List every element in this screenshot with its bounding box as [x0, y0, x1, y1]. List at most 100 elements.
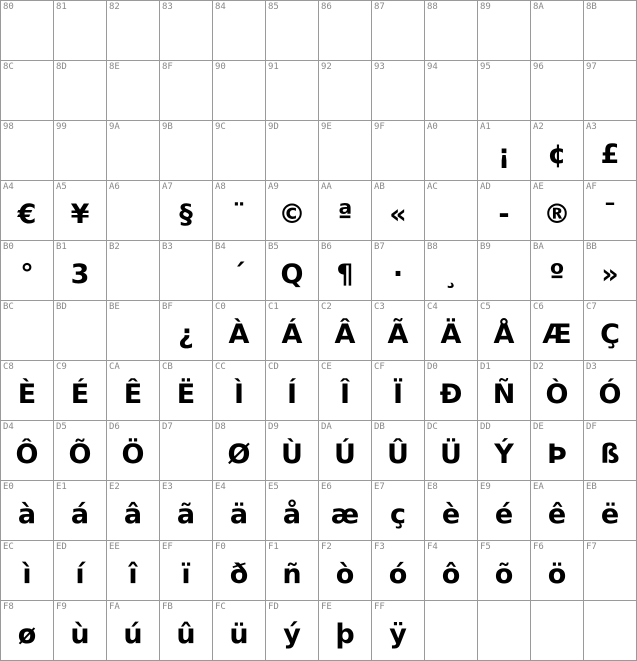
- glyph-character: ñ: [282, 559, 302, 590]
- glyph-cell: [584, 601, 637, 661]
- glyph-cell: F0 ð: [213, 541, 266, 601]
- glyph-cell: A7 §: [160, 181, 213, 241]
- glyph-cell: F1 ñ: [266, 541, 319, 601]
- glyph-cell: BB»: [584, 241, 637, 301]
- glyph-cell: A6: [107, 181, 160, 241]
- glyph-character: [425, 9, 477, 60]
- glyph-cell: 85: [266, 1, 319, 61]
- glyph-cell: F4 ô: [425, 541, 478, 601]
- glyph-character: è: [441, 499, 461, 530]
- glyph-cell: F9 ù: [54, 601, 107, 661]
- glyph-character: ë: [600, 499, 620, 530]
- glyph-character: ¸: [444, 259, 458, 290]
- glyph-character: §: [179, 199, 193, 230]
- glyph-cell: E5 å: [266, 481, 319, 541]
- glyph-character: õ: [494, 559, 514, 590]
- glyph-cell: DD Ý: [478, 421, 531, 481]
- glyph-cell: 9B: [160, 121, 213, 181]
- glyph-cell: BC: [1, 301, 54, 361]
- glyph-cell: AF ¯: [584, 181, 637, 241]
- glyph-character: ç: [389, 499, 406, 530]
- glyph-character: [531, 9, 583, 60]
- glyph-character: £: [600, 139, 620, 170]
- glyph-character: ß: [600, 439, 620, 470]
- glyph-cell: 9F: [372, 121, 425, 181]
- glyph-cell: E1 á: [54, 481, 107, 541]
- glyph-cell: [478, 601, 531, 661]
- glyph-character: ¥: [70, 199, 90, 230]
- glyph-character: ó: [388, 559, 408, 590]
- glyph-character: ÿ: [389, 619, 407, 650]
- glyph-character: Â: [334, 319, 356, 350]
- glyph-character: Í: [286, 379, 298, 410]
- glyph-character: Ö: [121, 439, 145, 470]
- glyph-cell: A3 £: [584, 121, 637, 181]
- glyph-character: [54, 9, 106, 60]
- glyph-cell: DB Û: [372, 421, 425, 481]
- glyph-cell: 8E: [107, 61, 160, 121]
- glyph-grid: 80 81 82 83 84 85 86 87 88 89 8A 8B 8C 8D 8E 8F 90 91 92 93…: [0, 0, 637, 661]
- glyph-cell: AE ®: [531, 181, 584, 241]
- glyph-character: [319, 9, 371, 60]
- glyph-character: [266, 69, 318, 120]
- glyph-character: î: [128, 559, 138, 590]
- glyph-cell: FC ü: [213, 601, 266, 661]
- glyph-cell: CF Ï: [372, 361, 425, 421]
- glyph-cell: D0 Đ: [425, 361, 478, 421]
- glyph-cell: 9D: [266, 121, 319, 181]
- glyph-cell: 8D: [54, 61, 107, 121]
- glyph-character: [372, 129, 424, 180]
- glyph-character: ä: [229, 499, 249, 530]
- glyph-character: ú: [123, 619, 143, 650]
- glyph-character: Ë: [176, 379, 196, 410]
- glyph-cell: C4 Ä: [425, 301, 478, 361]
- glyph-cell: F3 ó: [372, 541, 425, 601]
- glyph-cell: AC: [425, 181, 478, 241]
- glyph-cell: B7 ·: [372, 241, 425, 301]
- glyph-cell: AD -: [478, 181, 531, 241]
- glyph-character: ï: [181, 559, 191, 590]
- glyph-character: [478, 69, 530, 120]
- glyph-cell: FB û: [160, 601, 213, 661]
- glyph-character: [213, 9, 265, 60]
- glyph-cell: C2 Â: [319, 301, 372, 361]
- glyph-character: Á: [281, 319, 303, 350]
- glyph-character: Ú: [334, 439, 356, 470]
- glyph-cell: A1 ¡: [478, 121, 531, 181]
- glyph-character: [266, 9, 318, 60]
- glyph-cell: 88: [425, 1, 478, 61]
- glyph-character: ì: [22, 559, 32, 590]
- glyph-cell: F5 õ: [478, 541, 531, 601]
- glyph-cell: FD ý: [266, 601, 319, 661]
- glyph-cell: FA ú: [107, 601, 160, 661]
- glyph-character: [54, 69, 106, 120]
- glyph-character: Ô: [15, 439, 39, 470]
- glyph-character: Î: [339, 379, 351, 410]
- glyph-cell: [425, 601, 478, 661]
- glyph-cell: 94: [425, 61, 478, 121]
- glyph-cell: CB Ë: [160, 361, 213, 421]
- glyph-cell: B3: [160, 241, 213, 301]
- glyph-cell: BD: [54, 301, 107, 361]
- glyph-character: Đ: [439, 379, 463, 410]
- glyph-character: Ø: [227, 439, 251, 470]
- glyph-character: ã: [176, 499, 196, 530]
- glyph-character: Û: [387, 439, 409, 470]
- glyph-character: ´: [232, 259, 246, 290]
- glyph-character: [425, 609, 477, 660]
- glyph-character: þ: [335, 619, 355, 650]
- glyph-cell: E6 æ: [319, 481, 372, 541]
- glyph-character: [584, 69, 636, 120]
- glyph-cell: E7 ç: [372, 481, 425, 541]
- glyph-cell: B5 Q: [266, 241, 319, 301]
- glyph-cell: AB «: [372, 181, 425, 241]
- glyph-cell: 80: [1, 1, 54, 61]
- glyph-cell: 82: [107, 1, 160, 61]
- glyph-character: ý: [283, 619, 301, 650]
- glyph-cell: B0 °: [1, 241, 54, 301]
- glyph-cell: 8A: [531, 1, 584, 61]
- glyph-cell: F7: [584, 541, 637, 601]
- glyph-cell: F6 ö: [531, 541, 584, 601]
- glyph-cell: B1 3: [54, 241, 107, 301]
- glyph-character: [372, 9, 424, 60]
